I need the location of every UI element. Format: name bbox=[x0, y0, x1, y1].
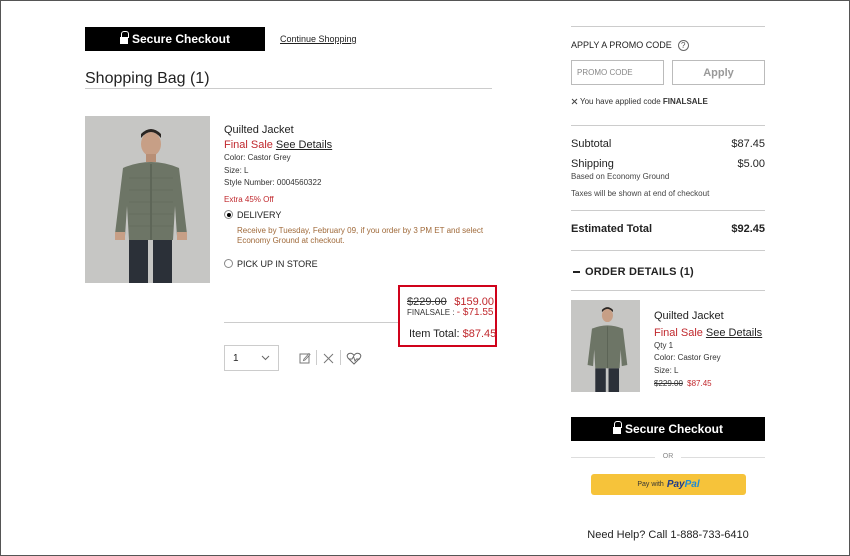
item-total-label: Item Total: bbox=[409, 328, 463, 340]
chevron-down-icon bbox=[261, 355, 270, 361]
promo-title-row: APPLY A PROMO CODE? bbox=[571, 40, 689, 51]
paypal-logo: PayPal bbox=[667, 479, 700, 490]
product-image[interactable] bbox=[85, 116, 210, 283]
order-details-top-divider bbox=[571, 250, 765, 251]
summary-bottom-divider bbox=[571, 210, 765, 211]
order-see-details-link[interactable]: See Details bbox=[706, 327, 762, 339]
jacket-model-thumb bbox=[571, 300, 640, 392]
order-item-price: $87.45 bbox=[687, 379, 712, 388]
shipping-method: Based on Economy Ground bbox=[571, 172, 670, 181]
quantity-value: 1 bbox=[233, 352, 239, 364]
action-divider-2 bbox=[340, 350, 341, 365]
order-item-image bbox=[571, 300, 640, 392]
delivery-label[interactable]: DELIVERY bbox=[237, 210, 281, 220]
secure-checkout-button[interactable]: Secure Checkout bbox=[571, 417, 765, 441]
final-sale-label: Final Sale bbox=[224, 139, 273, 151]
paypal-logo-pay: Pay bbox=[666, 479, 685, 490]
summary-top-divider bbox=[571, 125, 765, 126]
continue-shopping-link[interactable]: Continue Shopping bbox=[280, 34, 357, 44]
order-item-color: Color: Castor Grey bbox=[654, 353, 721, 362]
product-size: Size: L bbox=[224, 166, 248, 175]
or-label: OR bbox=[662, 453, 674, 460]
secure-checkout-label-bottom: Secure Checkout bbox=[624, 422, 724, 436]
title-divider bbox=[85, 88, 492, 89]
paypal-button[interactable]: Pay with PayPal bbox=[591, 474, 746, 495]
estimated-total-value: $92.45 bbox=[731, 223, 765, 235]
item-total-value: $87.45 bbox=[462, 328, 497, 340]
style-value: 0004560322 bbox=[276, 178, 322, 187]
product-color: Color: Castor Grey bbox=[224, 153, 291, 162]
style-prefix: Style Number: bbox=[224, 178, 277, 187]
edit-icon[interactable] bbox=[299, 352, 311, 364]
order-item-original-price: $229.00 bbox=[654, 379, 683, 388]
estimated-total-label: Estimated Total bbox=[571, 223, 653, 235]
product-style-number: Style Number: 0004560322 bbox=[224, 178, 321, 187]
pickup-label[interactable]: PICK UP IN STORE bbox=[237, 259, 318, 269]
subtotal-label: Subtotal bbox=[571, 138, 612, 150]
or-divider-right bbox=[681, 457, 765, 458]
promo-title: APPLY A PROMO CODE bbox=[571, 40, 672, 50]
applied-code-value: FINALSALE bbox=[662, 97, 708, 106]
delivery-estimate-line-2: Economy Ground at checkout. bbox=[237, 236, 345, 245]
page-title: Shopping Bag (1) bbox=[85, 70, 210, 87]
lock-icon bbox=[612, 420, 622, 434]
applied-code-row: You have applied code FINALSALE bbox=[571, 97, 708, 106]
promo-discount-label: FINALSALE : bbox=[407, 308, 457, 317]
lock-icon bbox=[119, 30, 129, 44]
size-value: L bbox=[244, 166, 249, 175]
item-total-row: Item Total: $87.45 bbox=[409, 328, 496, 340]
secure-checkout-label: Secure Checkout bbox=[131, 32, 231, 46]
remove-icon[interactable] bbox=[323, 353, 334, 364]
paypal-logo-pal: Pal bbox=[684, 479, 700, 490]
help-phone[interactable]: Need Help? Call 1-888-733-6410 bbox=[571, 529, 765, 541]
applied-code-text: You have applied code bbox=[580, 97, 663, 106]
order-final-sale-line: Final Sale See Details bbox=[654, 327, 762, 339]
delivery-estimate: Receive by Tuesday, February 09, if you … bbox=[237, 226, 487, 246]
order-item-name: Quilted Jacket bbox=[654, 310, 724, 322]
quantity-select[interactable]: 1 bbox=[224, 345, 279, 371]
final-sale-line: Final Sale See Details bbox=[224, 139, 332, 151]
wishlist-heart-icon[interactable] bbox=[346, 352, 362, 365]
secure-checkout-button-top[interactable]: Secure Checkout bbox=[85, 27, 265, 51]
or-divider-left bbox=[571, 457, 655, 458]
discount-note: Extra 45% Off bbox=[224, 195, 274, 204]
paypal-prefix: Pay with bbox=[637, 481, 664, 488]
size-prefix: Size: bbox=[224, 166, 245, 175]
promo-top-divider bbox=[571, 26, 765, 27]
collapse-icon[interactable] bbox=[573, 271, 580, 273]
order-item-price-row: $229.00 $87.45 bbox=[654, 379, 712, 388]
shipping-value: $5.00 bbox=[737, 158, 765, 170]
jacket-model-illustration bbox=[85, 116, 210, 283]
action-divider-1 bbox=[316, 350, 317, 365]
price-breakdown-box: $229.00 $159.00 FINALSALE : - $71.55 Ite… bbox=[398, 285, 497, 347]
order-details-divider bbox=[571, 290, 765, 291]
promo-discount-row: FINALSALE : - $71.55 bbox=[407, 307, 494, 318]
delivery-estimate-line-1: Receive by Tuesday, February 09, if you … bbox=[237, 226, 484, 235]
shipping-label: Shipping bbox=[571, 158, 614, 170]
apply-promo-button[interactable]: Apply bbox=[672, 60, 765, 85]
tax-note: Taxes will be shown at end of checkout bbox=[571, 189, 710, 198]
pickup-radio[interactable] bbox=[224, 259, 233, 268]
promo-code-input[interactable]: PROMO CODE bbox=[571, 60, 664, 85]
remove-code-icon[interactable] bbox=[571, 98, 578, 105]
delivery-radio[interactable] bbox=[224, 210, 233, 219]
order-item-size: Size: L bbox=[654, 366, 679, 375]
order-details-title[interactable]: ORDER DETAILS (1) bbox=[585, 266, 694, 278]
promo-discount-value: - $71.55 bbox=[456, 307, 494, 318]
order-item-qty: Qty 1 bbox=[654, 341, 674, 350]
help-icon[interactable]: ? bbox=[677, 40, 689, 51]
order-final-sale-label: Final Sale bbox=[654, 327, 703, 339]
product-name[interactable]: Quilted Jacket bbox=[224, 124, 294, 136]
subtotal-value: $87.45 bbox=[731, 138, 765, 150]
see-details-link[interactable]: See Details bbox=[276, 139, 332, 151]
